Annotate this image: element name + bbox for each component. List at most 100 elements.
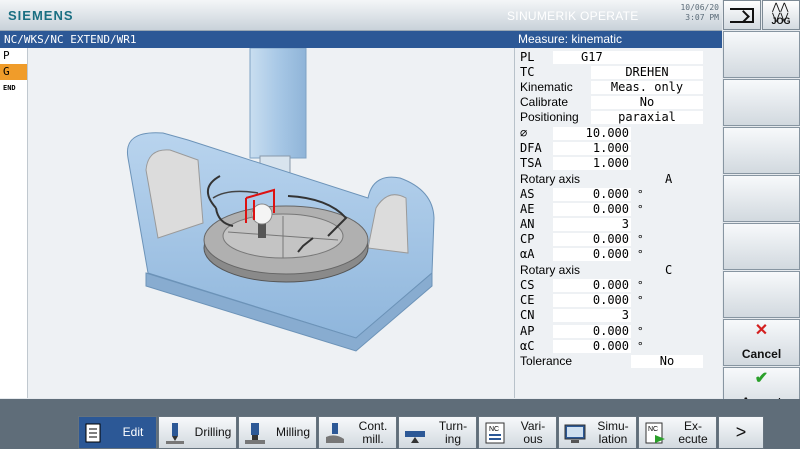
row-calibrate: Calibrate No xyxy=(515,95,723,110)
cn-label: CN xyxy=(520,308,535,322)
cn-field[interactable]: 3 xyxy=(553,309,631,322)
date-text: 10/06/20 xyxy=(680,3,719,12)
turning-icon xyxy=(405,431,425,443)
contour-milling-label: Cont. mill. xyxy=(358,418,388,446)
time-text: 3:07 PM xyxy=(685,13,719,22)
row-alpha-c: αC 0.000 ° xyxy=(515,339,723,354)
tsa-field[interactable]: 1.000 xyxy=(553,157,631,170)
cancel-label: Cancel xyxy=(741,347,782,361)
row-positioning: Positioning paraxial xyxy=(515,110,723,125)
various-label: Vari- ous xyxy=(520,418,546,446)
as-label: AS xyxy=(520,187,535,201)
milling-label: Milling xyxy=(275,425,310,439)
mode-column: P G END xyxy=(0,48,28,398)
vertical-softkey-5[interactable] xyxy=(723,223,800,270)
rotary-axis-1-label: Rotary axis xyxy=(520,172,581,186)
drilling-softkey[interactable]: Drilling xyxy=(158,416,237,449)
execute-softkey[interactable]: NC Ex- ecute xyxy=(638,416,717,449)
execute-label: Ex- ecute xyxy=(678,418,708,446)
product-name: SINUMERIK OPERATE xyxy=(507,9,639,23)
diameter-field[interactable]: 10.000 xyxy=(553,127,631,140)
form-title: Measure: kinematic xyxy=(514,31,722,48)
contour-milling-softkey[interactable]: Cont. mill. xyxy=(318,416,397,449)
jog-mode-key[interactable]: ⋀⋀ ⋁⋁ JOG xyxy=(762,0,800,30)
ae-label: AE xyxy=(520,202,535,216)
positioning-label: Positioning xyxy=(520,110,579,124)
ap-label: AP xyxy=(520,324,535,338)
turning-softkey[interactable]: Turn- ing xyxy=(398,416,477,449)
ce-unit: ° xyxy=(637,294,644,307)
kinematic-help-graphic xyxy=(28,48,514,398)
as-field[interactable]: 0.000 xyxy=(553,188,631,201)
as-unit: ° xyxy=(637,188,644,201)
vertical-softkey-2[interactable] xyxy=(723,79,800,126)
alpha-c-unit: ° xyxy=(637,340,644,353)
mode-g[interactable]: G xyxy=(0,64,27,80)
cs-field[interactable]: 0.000 xyxy=(553,279,631,292)
various-nc-text: NC xyxy=(489,426,499,433)
mode-end[interactable]: END xyxy=(0,80,27,96)
row-rotary-axis-2: Rotary axis C xyxy=(515,263,723,278)
tc-field[interactable]: DREHEN xyxy=(591,66,703,79)
mode-p[interactable]: P xyxy=(0,48,27,64)
parameter-form: PL G17 TC DREHEN Kinematic Meas. only Ca… xyxy=(514,48,722,398)
rotary-axis-1-name: A xyxy=(665,172,673,186)
rotary-axis-2-label: Rotary axis xyxy=(520,263,581,277)
edit-label: Edit xyxy=(122,425,144,439)
edit-softkey[interactable]: Edit xyxy=(78,416,157,449)
edit-icon xyxy=(85,423,101,443)
row-ce: CE 0.000 ° xyxy=(515,293,723,308)
vertical-softkey-4[interactable] xyxy=(723,175,800,222)
alpha-a-field[interactable]: 0.000 xyxy=(553,248,631,261)
next-arrow-icon: > xyxy=(735,422,747,442)
vertical-softkey-3[interactable] xyxy=(723,127,800,174)
cancel-softkey[interactable]: ✕ Cancel xyxy=(723,319,800,366)
simulation-softkey[interactable]: Simu- lation xyxy=(558,416,637,449)
alpha-c-field[interactable]: 0.000 xyxy=(553,340,631,353)
row-dfa: DFA 1.000 xyxy=(515,141,723,156)
diameter-label: ⌀ xyxy=(520,126,528,140)
accept-check-icon: ✔ xyxy=(754,370,769,387)
various-icon: NC xyxy=(485,422,505,444)
milling-icon xyxy=(245,423,265,444)
kinematic-select[interactable]: Meas. only xyxy=(591,81,703,94)
drilling-icon xyxy=(166,423,184,444)
vertical-softkey-6[interactable] xyxy=(723,271,800,318)
row-diameter: ⌀ 10.000 xyxy=(515,126,723,141)
execute-icon: NC xyxy=(645,422,665,444)
vertical-softkey-1[interactable] xyxy=(723,31,800,78)
cp-unit: ° xyxy=(637,233,644,246)
cs-label: CS xyxy=(520,278,535,292)
alpha-a-label: αA xyxy=(520,247,535,261)
calibrate-select[interactable]: No xyxy=(591,96,703,109)
milling-softkey[interactable]: Milling xyxy=(238,416,317,449)
row-tsa: TSA 1.000 xyxy=(515,156,723,171)
row-ap: AP 0.000 ° xyxy=(515,324,723,339)
next-softkey[interactable]: > xyxy=(718,416,764,449)
simulation-label: Simu- lation xyxy=(597,418,629,446)
dfa-field[interactable]: 1.000 xyxy=(553,142,631,155)
ae-field[interactable]: 0.000 xyxy=(553,203,631,216)
status-strip xyxy=(0,399,800,414)
cp-field[interactable]: 0.000 xyxy=(553,233,631,246)
contour-milling-icon xyxy=(326,423,344,443)
program-path: NC/WKS/NC EXTEND/WR1 xyxy=(0,31,514,48)
jog-label: JOG xyxy=(771,16,791,26)
tolerance-select[interactable]: No xyxy=(631,355,703,368)
row-rotary-axis-1: Rotary axis A xyxy=(515,172,723,187)
row-kinematic: Kinematic Meas. only xyxy=(515,80,723,95)
row-alpha-a: αA 0.000 ° xyxy=(515,247,723,262)
machine-kinematic-illustration xyxy=(126,48,435,352)
various-softkey[interactable]: NC Vari- ous xyxy=(478,416,557,449)
row-tc: TC DREHEN xyxy=(515,65,723,80)
an-field[interactable]: 3 xyxy=(553,218,631,231)
ap-field[interactable]: 0.000 xyxy=(553,325,631,338)
row-cp: CP 0.000 ° xyxy=(515,232,723,247)
positioning-select[interactable]: paraxial xyxy=(591,111,703,124)
ae-unit: ° xyxy=(637,203,644,216)
menu-select-key[interactable] xyxy=(723,0,761,30)
pl-field[interactable]: G17 xyxy=(553,51,703,64)
cs-unit: ° xyxy=(637,279,644,292)
execute-nc-text: NC xyxy=(648,426,658,433)
ce-field[interactable]: 0.000 xyxy=(553,294,631,307)
